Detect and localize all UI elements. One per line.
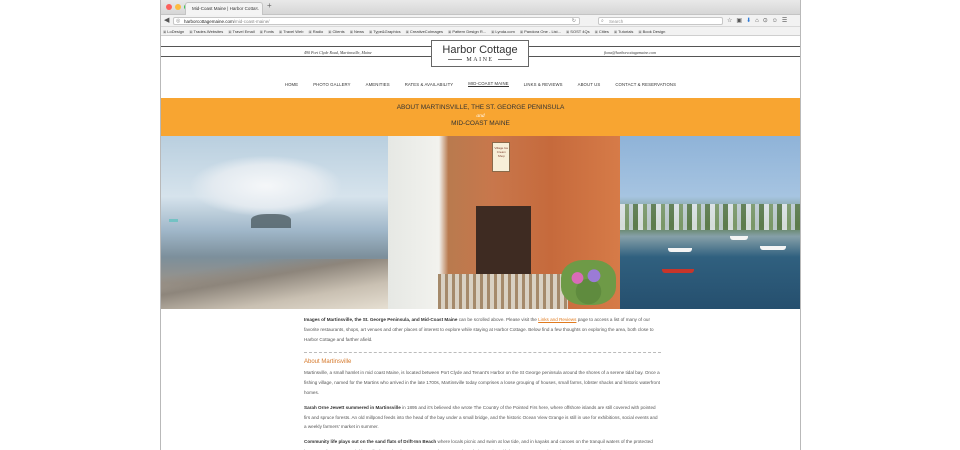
bookmark-item[interactable]: Type&Graphics (369, 29, 400, 34)
nav-mid-coast-maine[interactable]: MID-COAST MAINE (468, 81, 509, 87)
shop-sign: Village Ice Cream Shop (492, 142, 511, 172)
bookmark-item[interactable]: Fonts (260, 29, 274, 34)
jewett-paragraph: Sarah Orne Jewett summered in Martinsvil… (304, 404, 658, 430)
photo-detail (476, 206, 532, 278)
tab-close-icon[interactable]: × (255, 3, 258, 15)
site-header: 490 Port Clyde Road, Martinsville, Maine… (161, 36, 800, 68)
nav-amenities[interactable]: AMENITIES (366, 82, 390, 87)
bookmark-item[interactable]: Pandora One - List... (520, 29, 561, 34)
minimize-window-button[interactable] (175, 4, 181, 10)
intro-paragraph: Images of Martinsville, the St. George P… (304, 317, 654, 342)
photo-harbor (619, 136, 800, 309)
bookmarks-bar: LoDesign Trades.Websites Travel Email Fo… (161, 27, 800, 36)
logo-title: Harbor Cottage (442, 44, 518, 56)
photo-detail (251, 214, 291, 228)
bookmark-item[interactable]: Pattern Design R... (448, 29, 486, 34)
tab-title: Mid-Coast Maine | Harbor Cotta... (192, 6, 260, 11)
browser-tab[interactable]: Mid-Coast Maine | Harbor Cotta... × (185, 2, 263, 15)
site-logo[interactable]: Harbor Cottage MAINE (431, 40, 529, 67)
nav-contact-reservations[interactable]: CONTACT & RESERVATIONS (615, 82, 676, 87)
nav-home[interactable]: HOME (285, 82, 298, 87)
bookmark-star-icon[interactable]: ☆ (727, 17, 732, 25)
url-host: harborcottagemaine.com (184, 19, 234, 24)
bookmark-item[interactable]: Cities (595, 29, 609, 34)
photo-detail (438, 274, 569, 309)
slider-indicator[interactable] (169, 219, 178, 222)
nav-about-us[interactable]: ABOUT US (578, 82, 601, 87)
home-icon[interactable]: ⌂ (755, 17, 759, 25)
site-email-link[interactable]: fiona@harborcottagemaine.com (604, 50, 656, 55)
reading-list-icon[interactable]: ▣ (736, 17, 742, 25)
menu-icon[interactable]: ☰ (782, 17, 787, 25)
new-tab-button[interactable]: + (267, 1, 272, 10)
back-button[interactable]: ◀ (164, 17, 169, 25)
toolbar-icons: ☆ ▣ ⬇ ⌂ ⊙ ☺ ☰ (727, 17, 787, 25)
photo-detail (191, 156, 341, 216)
photo-detail (161, 259, 389, 309)
banner-title-line3: MID-COAST MAINE (451, 120, 510, 127)
logo-subtitle: MAINE (432, 56, 528, 64)
bookmark-item[interactable]: Book Design (638, 29, 666, 34)
url-path: /mid-coast-maine/ (233, 19, 270, 24)
bookmark-item[interactable]: CreativeCoImages (406, 29, 443, 34)
nav-rates-availability[interactable]: RATES & AVAILABILITY (405, 82, 454, 87)
photo-detail (619, 204, 800, 230)
bookmark-item[interactable]: News (350, 29, 364, 34)
download-icon[interactable]: ⬇ (746, 17, 751, 25)
nav-links-reviews[interactable]: LINKS & REVIEWS (524, 82, 563, 87)
photo-gallery-slider[interactable]: Village Ice Cream Shop (161, 136, 800, 309)
search-input[interactable]: ⌕ Search (598, 17, 723, 25)
bookmark-item[interactable]: Travel Web (279, 29, 303, 34)
site-address: 490 Port Clyde Road, Martinsville, Maine (304, 50, 372, 55)
section-divider (304, 352, 661, 354)
martinsville-paragraph: Martinsville, a small hamlet in mid coas… (304, 370, 660, 395)
main-content: Images of Martinsville, the St. George P… (161, 309, 661, 450)
about-martinsville-heading: About Martinsville (304, 359, 352, 366)
site-nav: HOME PHOTO GALLERY AMENITIES RATES & AVA… (161, 68, 800, 98)
bookmark-item[interactable]: Radio (308, 29, 323, 34)
banner-title-line2: and (476, 113, 485, 119)
nav-photo-gallery[interactable]: PHOTO GALLERY (313, 82, 350, 87)
boat (661, 269, 694, 273)
bookmark-item[interactable]: Clients (328, 29, 344, 34)
pocket-icon[interactable]: ⊙ (763, 17, 768, 25)
bookmark-item[interactable]: Travel Email (228, 29, 255, 34)
page-banner: ABOUT MARTINSVILLE, THE ST. GEORGE PENIN… (161, 98, 800, 136)
photo-detail (560, 260, 616, 305)
bookmark-item[interactable]: SOST 4Qs (566, 29, 589, 34)
links-reviews-link[interactable]: Links and Reviews (538, 317, 576, 322)
bookmark-item[interactable]: Lynda.com (491, 29, 514, 34)
close-window-button[interactable] (166, 4, 172, 10)
browser-window: Mid-Coast Maine | Harbor Cotta... × + ◀ … (160, 0, 801, 450)
account-icon[interactable]: ☺ (772, 17, 778, 25)
boat (729, 236, 748, 240)
tab-bar: Mid-Coast Maine | Harbor Cotta... × + (161, 0, 800, 15)
address-bar[interactable]: ◎ harborcottagemaine.com/mid-coast-maine… (173, 17, 580, 25)
banner-title-line1: ABOUT MARTINSVILLE, THE ST. GEORGE PENIN… (396, 104, 565, 111)
bookmark-item[interactable]: Trades.Websites (189, 29, 223, 34)
boat (759, 246, 786, 250)
bookmark-item[interactable]: Tutorials (614, 29, 633, 34)
search-icon: ⌕ (601, 18, 604, 24)
search-placeholder: Search (609, 19, 624, 24)
community-paragraph: Community life plays out on the sand fla… (304, 439, 653, 450)
navigation-bar: ◀ ◎ harborcottagemaine.com/mid-coast-mai… (161, 15, 800, 27)
boat (667, 248, 692, 252)
globe-icon: ◎ (176, 18, 181, 24)
photo-foggy-coast (161, 136, 389, 309)
photo-ice-cream-shop: Village Ice Cream Shop (388, 136, 620, 309)
reload-icon[interactable]: ↻ (572, 18, 576, 25)
bookmark-item[interactable]: LoDesign (163, 29, 184, 34)
